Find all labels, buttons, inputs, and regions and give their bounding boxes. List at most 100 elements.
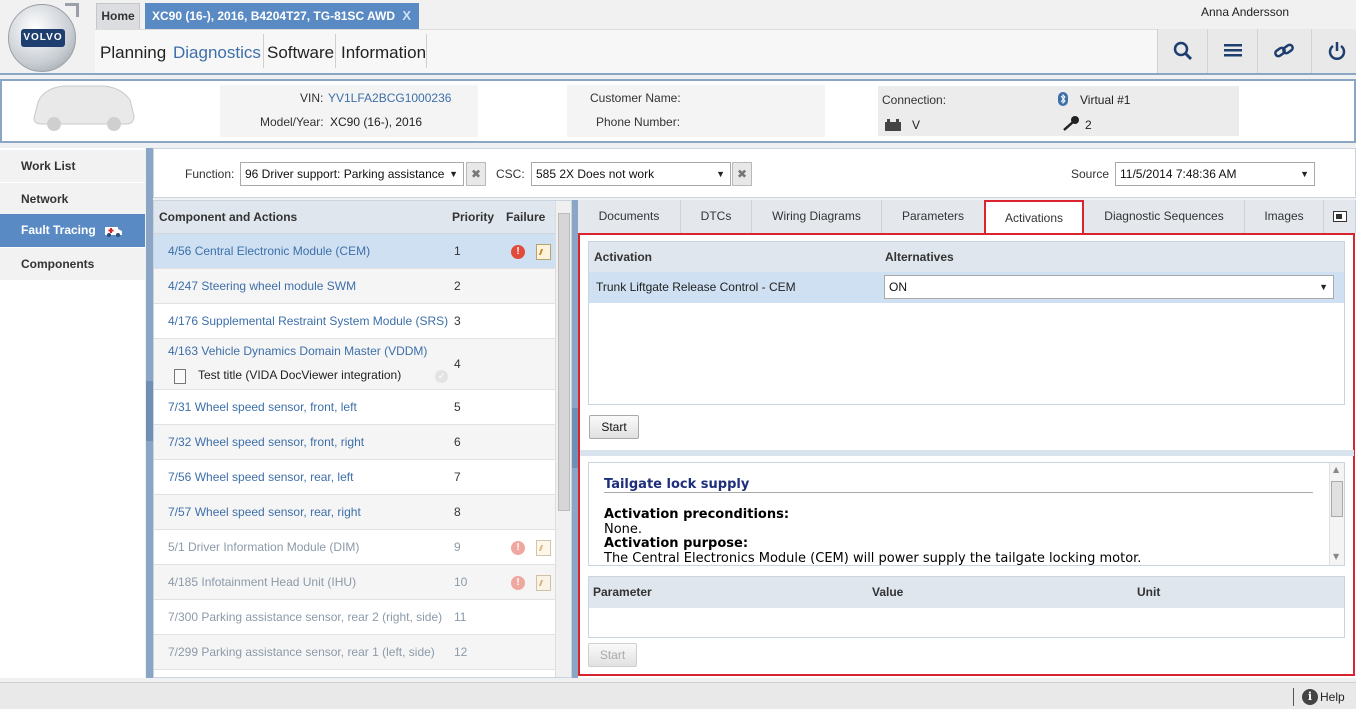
component-name[interactable]: 7/299 Parking assistance sensor, rear 1 …	[168, 635, 435, 669]
note-edit-icon[interactable]	[536, 540, 551, 556]
menu-diagnostics[interactable]: Diagnostics	[168, 40, 266, 66]
link-button[interactable]	[1257, 29, 1311, 73]
battery-value: V	[912, 118, 921, 132]
tab-documents[interactable]: Documents	[578, 200, 681, 233]
tab-vehicle[interactable]: XC90 (16-), 2016, B4204T27, TG-81SC AWD …	[145, 3, 419, 29]
component-row[interactable]: 7/56 Wheel speed sensor, rear, left 7	[154, 460, 555, 495]
tab-close-icon[interactable]: X	[402, 3, 411, 29]
tab-diagnostic-sequences[interactable]: Diagnostic Sequences	[1084, 200, 1245, 233]
help-link[interactable]: Help	[1320, 690, 1345, 704]
nav-components[interactable]: Components	[0, 248, 145, 281]
scroll-down-icon[interactable]: ▼	[1333, 552, 1339, 561]
component-name[interactable]: 4/176 Supplemental Restraint System Modu…	[168, 304, 448, 338]
component-row[interactable]: 7/31 Wheel speed sensor, front, left 5	[154, 390, 555, 425]
component-name[interactable]: 5/1 Driver Information Module (DIM)	[168, 530, 359, 564]
vin-box: VIN: YV1LFA2BCG1000236 Model/Year: XC90 …	[220, 85, 478, 137]
nav-collapse-strip[interactable]	[146, 148, 153, 678]
component-list-header: Component and Actions Priority Failure	[154, 201, 555, 234]
component-name[interactable]: 4/163 Vehicle Dynamics Domain Master (VD…	[168, 339, 427, 363]
power-button[interactable]	[1311, 29, 1356, 73]
component-row[interactable]: 7/300 Parking assistance sensor, rear 2 …	[154, 600, 555, 635]
parameter-table-header: Parameter Value Unit	[589, 577, 1344, 608]
tab-activations[interactable]: Activations	[984, 200, 1084, 234]
component-row[interactable]: 7/57 Wheel speed sensor, rear, right 8	[154, 495, 555, 530]
component-row[interactable]: 4/56 Central Electronic Module (CEM) 1!	[154, 234, 555, 269]
failure-warning-icon: !	[511, 541, 525, 555]
menu-planning[interactable]: Planning	[95, 40, 171, 66]
scroll-up-icon[interactable]: ▲	[1333, 465, 1339, 474]
tab-wiring-diagrams[interactable]: Wiring Diagrams	[752, 200, 882, 233]
chevron-down-icon: ▼	[449, 169, 458, 179]
help-icon[interactable]: i	[1302, 689, 1318, 705]
component-row[interactable]: 4/247 Steering wheel module SWM 2	[154, 269, 555, 304]
tab-images[interactable]: Images	[1245, 200, 1324, 233]
component-priority: 12	[454, 645, 468, 659]
component-document-link[interactable]: Test title (VIDA DocViewer integration)	[198, 368, 401, 382]
component-name[interactable]: 7/56 Wheel speed sensor, rear, left	[168, 460, 353, 494]
component-name[interactable]: 7/300 Parking assistance sensor, rear 2 …	[168, 600, 442, 634]
column-failure[interactable]: Failure	[506, 201, 545, 234]
nav-network[interactable]: Network	[0, 183, 145, 216]
component-list-scrollbar[interactable]	[555, 201, 571, 677]
note-edit-icon[interactable]	[536, 575, 551, 591]
tab-vehicle-label: XC90 (16-), 2016, B4204T27, TG-81SC AWD	[152, 9, 395, 23]
scrollbar-thumb[interactable]	[1331, 481, 1343, 517]
connection-label: Connection:	[882, 93, 947, 107]
function-label: Function:	[185, 167, 235, 181]
parameter-start-button[interactable]: Start	[588, 643, 637, 667]
key-icon	[1063, 116, 1079, 131]
component-row[interactable]: 4/185 Infotainment Head Unit (IHU) 10!	[154, 565, 555, 600]
component-name[interactable]: 4/247 Steering wheel module SWM	[168, 269, 356, 303]
tab-home[interactable]: Home	[96, 3, 140, 29]
column-activation: Activation	[594, 250, 653, 264]
column-priority[interactable]: Priority	[452, 201, 494, 234]
phone-label: Phone Number:	[596, 115, 681, 129]
description-scrollbar[interactable]: ▲ ▼	[1329, 463, 1344, 565]
tab-dtcs[interactable]: DTCs	[681, 200, 752, 233]
component-row[interactable]: 7/299 Parking assistance sensor, rear 1 …	[154, 635, 555, 670]
search-button[interactable]	[1157, 29, 1207, 73]
component-priority: 8	[454, 505, 461, 519]
component-name[interactable]: 4/185 Infotainment Head Unit (IHU)	[168, 565, 356, 599]
vin-label: VIN:	[300, 91, 324, 105]
tab-popout[interactable]	[1324, 200, 1356, 233]
component-name[interactable]: 4/56 Central Electronic Module (CEM)	[168, 234, 370, 268]
customer-name-label: Customer Name:	[590, 91, 681, 105]
collapse-handle[interactable]	[146, 381, 153, 441]
component-priority: 7	[454, 470, 461, 484]
component-name[interactable]: 7/57 Wheel speed sensor, rear, right	[168, 495, 361, 529]
component-row[interactable]: 5/1 Driver Information Module (DIM) 9!	[154, 530, 555, 565]
activation-start-button[interactable]: Start	[589, 415, 639, 439]
function-select[interactable]: 96 Driver support: Parking assistance ▼	[240, 162, 464, 186]
csc-select[interactable]: 585 2X Does not work ▼	[531, 162, 731, 186]
list-button[interactable]	[1207, 29, 1257, 73]
nav-fault-tracing[interactable]: Fault Tracing	[0, 214, 145, 248]
nav-work-list[interactable]: Work List	[0, 150, 145, 183]
horizontal-splitter[interactable]	[580, 450, 1354, 456]
component-name[interactable]: 7/32 Wheel speed sensor, front, right	[168, 425, 364, 459]
component-row[interactable]: 4/176 Supplemental Restraint System Modu…	[154, 304, 555, 339]
activation-name: Trunk Liftgate Release Control - CEM	[596, 280, 796, 294]
menu-separator	[426, 34, 427, 68]
tab-parameters[interactable]: Parameters	[882, 200, 985, 233]
clear-csc-button[interactable]: ✖	[732, 162, 752, 186]
component-row[interactable]: 4/163 Vehicle Dynamics Domain Master (VD…	[154, 339, 555, 390]
purpose-label: Activation purpose:	[604, 536, 749, 551]
note-edit-icon[interactable]	[536, 244, 551, 260]
component-row[interactable]: 7/32 Wheel speed sensor, front, right 6	[154, 425, 555, 460]
model-value: XC90 (16-), 2016	[330, 115, 423, 129]
vin-value[interactable]: YV1LFA2BCG1000236	[328, 91, 451, 105]
activation-table-header: Activation Alternatives	[589, 242, 1344, 272]
volvo-logo: VOLVO	[8, 3, 79, 72]
scrollbar-thumb[interactable]	[558, 213, 570, 511]
menu-information[interactable]: Information	[336, 40, 431, 66]
column-component[interactable]: Component and Actions	[159, 201, 297, 234]
clear-function-button[interactable]: ✖	[466, 162, 486, 186]
component-name[interactable]: 7/31 Wheel speed sensor, front, left	[168, 390, 357, 424]
activation-row[interactable]: Trunk Liftgate Release Control - CEM ON …	[589, 272, 1344, 303]
ambulance-icon	[105, 227, 122, 237]
menu-software[interactable]: Software	[262, 40, 339, 66]
activation-alternative-select[interactable]: ON ▼	[884, 275, 1334, 299]
list-icon	[1224, 44, 1242, 57]
source-select[interactable]: 11/5/2014 7:48:36 AM ▼	[1115, 162, 1315, 186]
